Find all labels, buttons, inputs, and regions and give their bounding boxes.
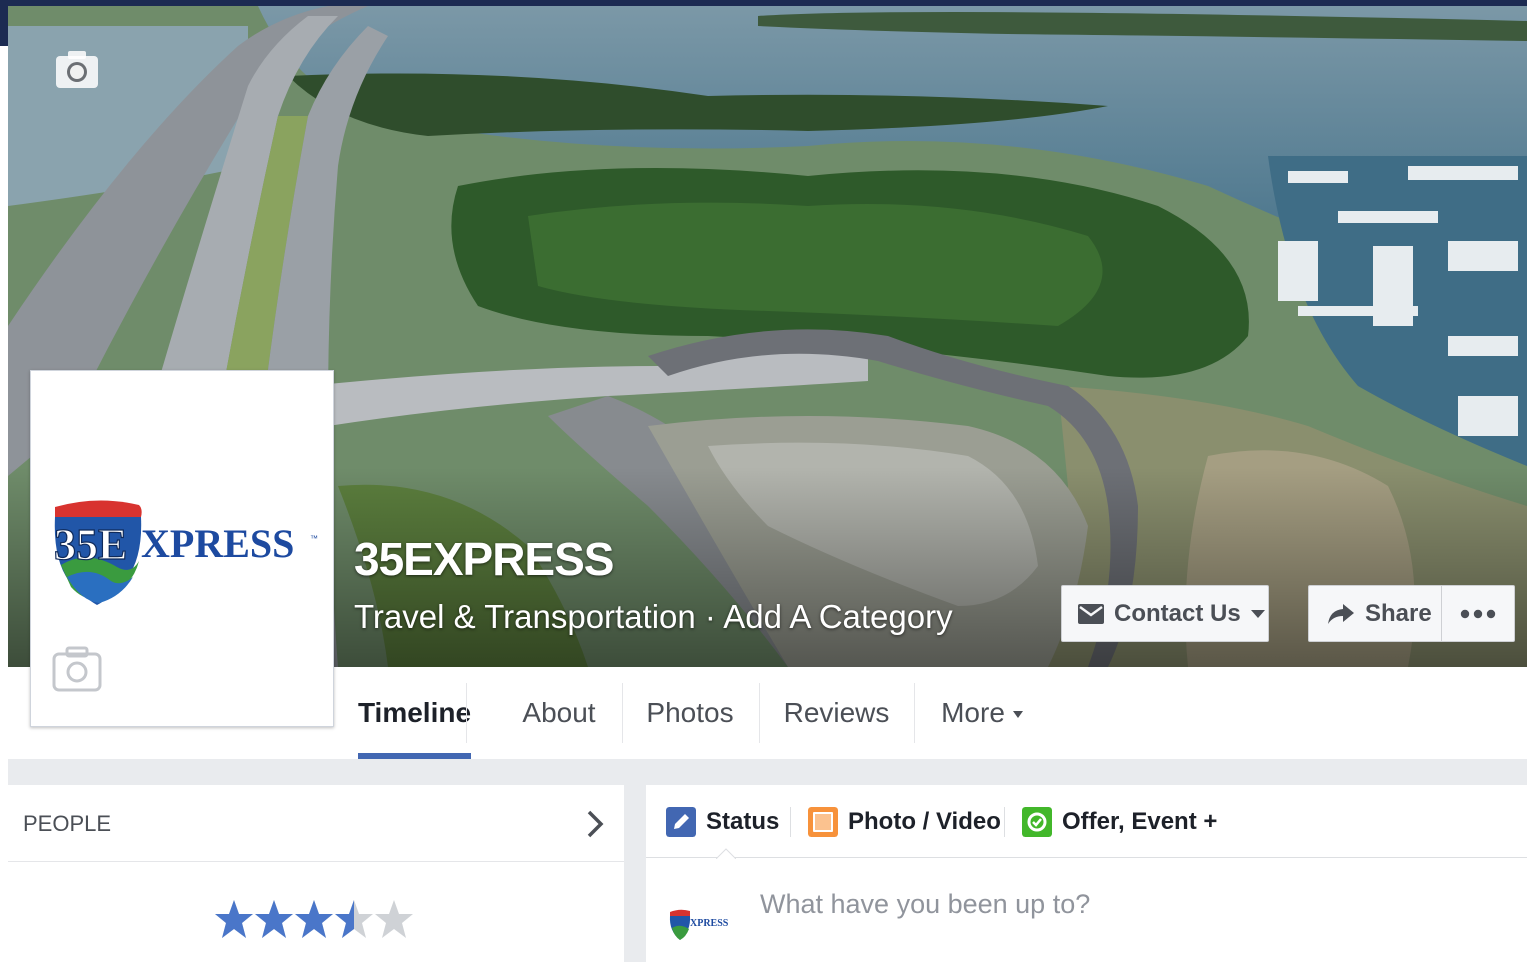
profile-picture[interactable]: 35E XPRESS ™ xyxy=(30,370,334,727)
contact-us-label: Contact Us xyxy=(1114,599,1241,627)
people-card-header[interactable]: PEOPLE xyxy=(8,785,624,862)
offer-icon xyxy=(1022,806,1052,837)
people-title: PEOPLE xyxy=(23,811,112,836)
tab-label: About xyxy=(522,697,596,728)
star-icon xyxy=(215,900,253,938)
top-strip-left xyxy=(0,0,8,46)
ellipsis-icon xyxy=(1460,609,1496,618)
chevron-right-icon[interactable] xyxy=(585,809,605,839)
pencil-icon xyxy=(666,806,696,837)
tab-label: More xyxy=(941,697,1005,728)
composer-tab-photo-video[interactable]: Photo / Video xyxy=(808,785,1001,858)
composer-tab-offer-event[interactable]: Offer, Event + xyxy=(1022,785,1217,858)
avatar: XPRESS xyxy=(669,909,729,940)
share-label: Share xyxy=(1365,599,1432,627)
tab-divider xyxy=(759,683,760,743)
page-title[interactable]: 35EXPRESS xyxy=(354,532,614,586)
camera-icon[interactable] xyxy=(51,645,103,693)
tab-reviews[interactable]: Reviews xyxy=(774,667,899,759)
star-icon xyxy=(375,900,413,938)
tab-divider xyxy=(914,683,915,743)
page-category[interactable]: Travel & Transportation · Add A Category xyxy=(354,598,953,636)
star-icon xyxy=(295,900,333,938)
svg-text:XPRESS: XPRESS xyxy=(690,918,729,929)
tab-divider xyxy=(790,807,791,837)
tab-timeline[interactable]: Timeline xyxy=(358,667,471,759)
composer-tab-label: Photo / Video xyxy=(848,807,1001,835)
composer-tabs: Status Photo / Video Offer, Event + xyxy=(646,785,1527,858)
camera-icon[interactable] xyxy=(54,48,100,90)
tab-divider xyxy=(1004,807,1005,837)
svg-text:™: ™ xyxy=(310,534,318,543)
active-tab-pointer xyxy=(716,848,736,859)
composer-tab-label: Offer, Event + xyxy=(1062,807,1218,835)
envelope-icon xyxy=(1078,603,1104,624)
chevron-down-icon xyxy=(1250,609,1265,618)
page-tabs: Timeline About Photos Reviews More xyxy=(334,667,1527,759)
composer-tab-label: Status xyxy=(706,807,780,835)
people-card: PEOPLE xyxy=(8,785,624,962)
tab-about[interactable]: About xyxy=(504,667,614,759)
star-icon xyxy=(255,900,293,938)
rating-stars xyxy=(214,897,414,945)
tab-label: Reviews xyxy=(783,697,890,728)
tab-label: Photos xyxy=(646,697,734,728)
page-logo: 35E XPRESS ™ xyxy=(53,500,318,605)
share-arrow-icon xyxy=(1328,603,1354,624)
tab-label: Timeline xyxy=(357,697,472,728)
share-button[interactable]: Share xyxy=(1308,585,1442,642)
tab-divider xyxy=(466,683,467,743)
tab-more[interactable]: More xyxy=(932,667,1032,759)
photo-icon xyxy=(808,806,838,837)
contact-us-button[interactable]: Contact Us xyxy=(1061,585,1269,642)
svg-text:XPRESS: XPRESS xyxy=(141,521,294,566)
status-input[interactable]: What have you been up to? xyxy=(760,889,1090,920)
chevron-down-icon xyxy=(1012,710,1023,718)
tab-divider xyxy=(622,683,623,743)
more-options-button[interactable] xyxy=(1441,585,1515,642)
svg-text:35E: 35E xyxy=(54,520,127,569)
post-composer: Status Photo / Video Offer, Event + XPRE… xyxy=(646,785,1527,962)
tab-photos[interactable]: Photos xyxy=(634,667,746,759)
star-icon xyxy=(335,900,373,938)
